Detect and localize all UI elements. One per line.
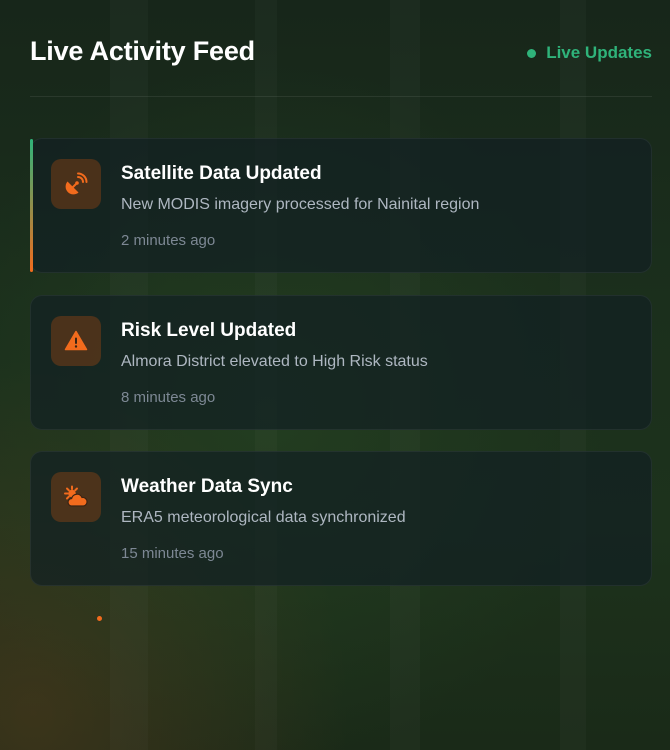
satellite-dish-icon — [65, 172, 88, 195]
activity-timestamp: 15 minutes ago — [121, 545, 224, 562]
page-title: Live Activity Feed — [30, 36, 255, 66]
decorative-ember-dot — [97, 616, 102, 621]
activity-title: Risk Level Updated — [121, 320, 297, 341]
activity-title: Satellite Data Updated — [121, 163, 322, 184]
activity-icon-box — [51, 159, 101, 209]
live-status-dot — [527, 48, 537, 58]
activity-description: New MODIS imagery processed for Nainital… — [121, 196, 480, 213]
activity-icon-box — [51, 472, 101, 522]
feed-header: Live Activity Feed Live Updates — [30, 30, 652, 97]
activity-description: ERA5 meteorological data synchronized — [121, 509, 406, 526]
activity-timestamp: 2 minutes ago — [121, 232, 216, 249]
sun-cloud-icon — [64, 485, 88, 507]
activity-icon-box — [51, 316, 101, 366]
warning-triangle-icon — [64, 330, 88, 351]
activity-description: Almora District elevated to High Risk st… — [121, 353, 428, 370]
live-updates-label: Live Updates — [546, 43, 652, 62]
activity-item-weather[interactable]: Weather Data Sync ERA5 meteorological da… — [30, 451, 652, 586]
activity-title: Weather Data Sync — [121, 476, 293, 497]
activity-timestamp: 8 minutes ago — [121, 389, 216, 406]
live-updates-indicator: Live Updates — [527, 43, 652, 63]
activity-item-risk[interactable]: Risk Level Updated Almora District eleva… — [30, 295, 652, 430]
activity-item-satellite[interactable]: Satellite Data Updated New MODIS imagery… — [30, 138, 652, 273]
